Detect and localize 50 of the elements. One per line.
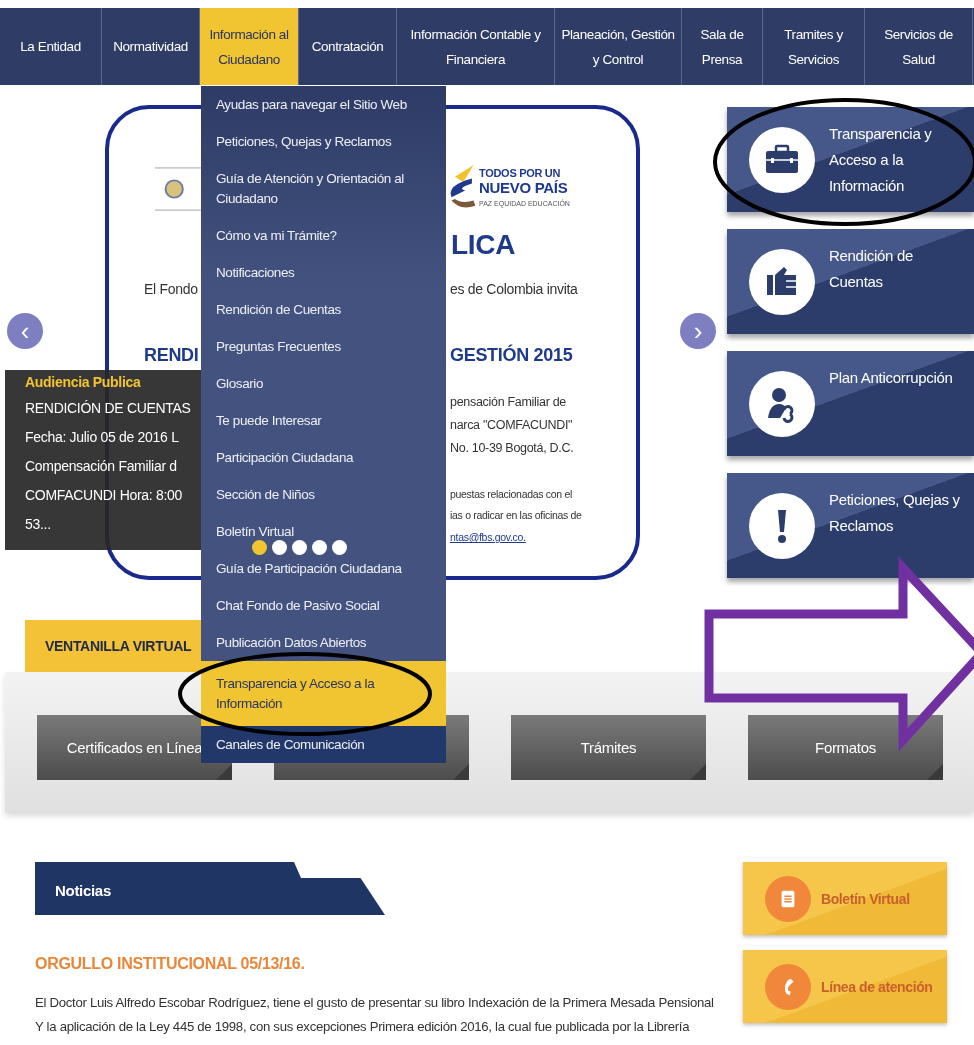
caption-text: Compensación Familiar d (25, 457, 178, 476)
side-link-panel[interactable]: Peticiones, Quejas y Reclamos (727, 473, 974, 578)
menu-item[interactable]: Boletín Virtual (201, 513, 446, 550)
banner-text: puestas relacionadas con el (450, 488, 573, 500)
banner-text: GESTIÓN 2015 (450, 345, 573, 366)
menu-item[interactable]: Ayudas para navegar el Sitio Web (201, 86, 446, 123)
news-text: El Doctor Luis Alfredo Escobar Rodríguez, tiene el gusto de presentar su libro Indexación de la Primera Mesada Pensional Y la aplicación de la Ley 445 de 1998, con sus excepciones Primera edición 2016, la cual fue publicada por la Librería (35, 994, 715, 1036)
side-link-panel[interactable]: Plan Anticorrupción (727, 351, 974, 456)
menu-item[interactable]: Participación Ciudadana (201, 439, 446, 476)
menu-item[interactable]: Cómo va mi Trámite? (201, 217, 446, 254)
banner-text: NUEVO PAÍS (479, 179, 568, 196)
side-link-panel[interactable]: Rendición de Cuentas (727, 229, 974, 334)
caption-text: 53... (25, 515, 52, 534)
banner-text: narca "COMFACUNDI" (450, 418, 573, 432)
banner-text: El Fondo (144, 281, 198, 297)
caption-title: Audiencia Publica (25, 374, 142, 390)
email-link[interactable]: ntas@fbs.gov.co. (450, 531, 526, 543)
menu-item[interactable]: Publicación Datos Abiertos (201, 624, 446, 661)
caption-text: COMFACUNDI Hora: 8:00 (25, 486, 184, 505)
banner-text: ias o radicar en las oficinas de (450, 509, 582, 521)
banner-text: TODOS POR UN (479, 167, 561, 179)
banner-text: RENDI (144, 345, 199, 366)
banner-text: es de Colombia invita (450, 281, 578, 297)
service-button[interactable]: Trámites (511, 715, 706, 780)
menu-item[interactable]: Glosario (201, 365, 446, 402)
menu-item[interactable]: Preguntas Frecuentes (201, 328, 446, 365)
nav-tab[interactable]: Información al Ciudadano (200, 8, 299, 85)
emblem-icon (155, 165, 203, 213)
menu-item[interactable]: Guía de Participación Ciudadana (201, 550, 446, 587)
caption-text: RENDICIÓN DE CUENTAS (25, 399, 192, 418)
menu-item[interactable]: Guía de Atención y Orientación al Ciudadano (201, 160, 446, 217)
banner-text: pensación Familiar de (450, 395, 566, 409)
menu-item[interactable]: Notificaciones (201, 254, 446, 291)
menu-item[interactable]: Transparencia y Acceso a la Información (201, 661, 446, 726)
banner-text: LICA (451, 229, 516, 261)
side-link-panel[interactable]: Transparencia y Acceso a la Información (727, 107, 974, 212)
menu-item[interactable]: Peticiones, Quejas y Reclamos (201, 123, 446, 160)
previous-slide-button[interactable]: ‹ (7, 313, 43, 349)
service-button[interactable]: Formatos (748, 715, 943, 780)
menu-item[interactable]: Canales de Comunicación (201, 726, 446, 763)
document-icon (765, 875, 811, 922)
phone-icon (765, 963, 811, 1010)
menu-item[interactable]: Rendición de Cuentas (201, 291, 446, 328)
banner-text: No. 10-39 Bogotá, D.C. (450, 441, 574, 455)
caption-text: Fecha: Julio 05 de 2016 L (25, 428, 180, 447)
menu-item[interactable]: Te puede Interesar (201, 402, 446, 439)
menu-item[interactable]: Chat Fondo de Pasivo Social (201, 587, 446, 624)
section-header: Noticias (35, 862, 385, 915)
menu-item[interactable]: Sección de Niños (201, 476, 446, 513)
next-slide-button[interactable]: › (680, 313, 716, 349)
